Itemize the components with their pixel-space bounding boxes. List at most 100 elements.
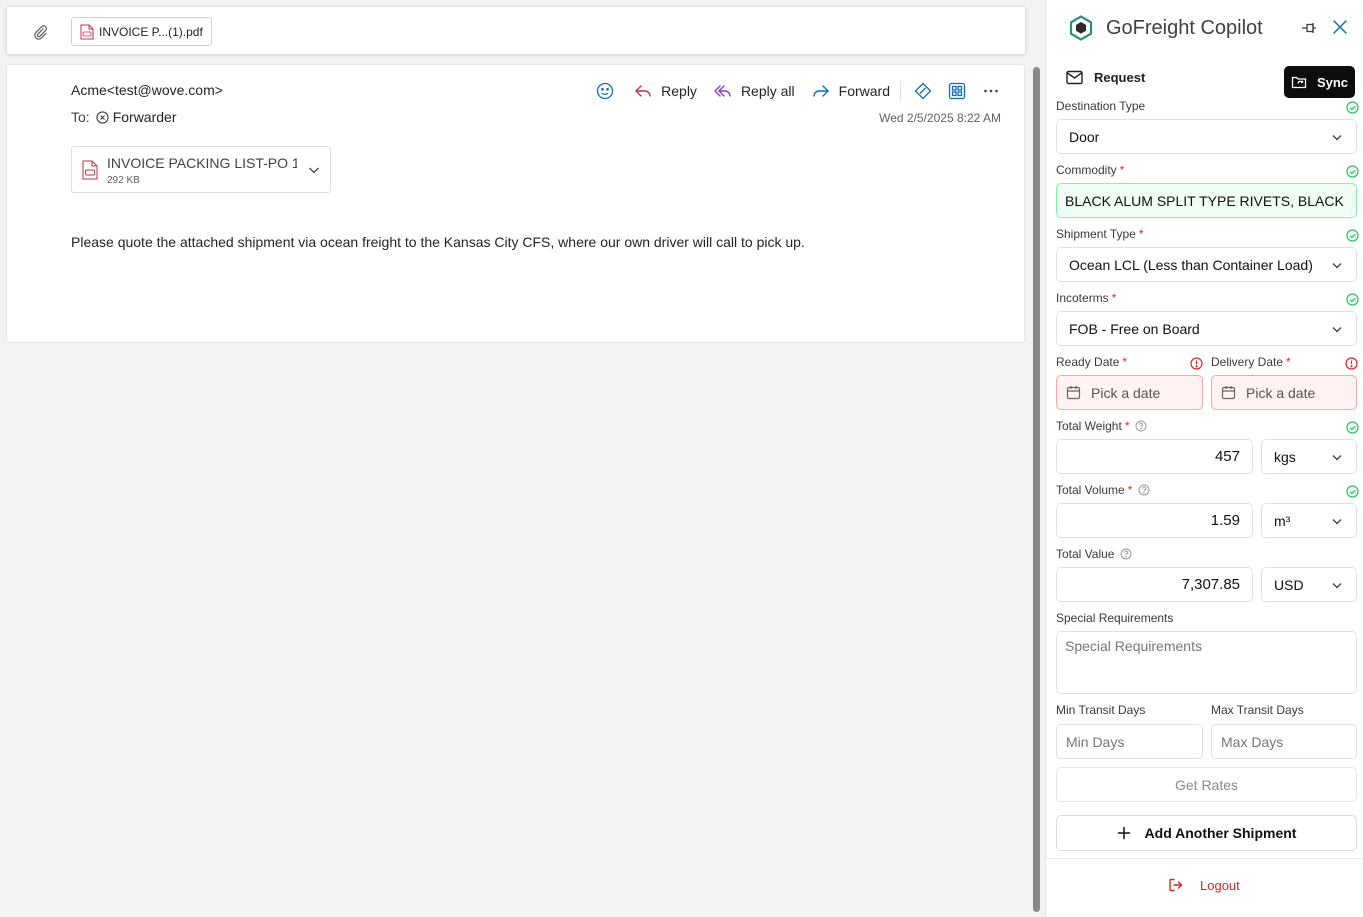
- close-icon[interactable]: [1331, 18, 1349, 36]
- sync-folder-icon: [1291, 76, 1307, 89]
- min-transit-placeholder: Min Days: [1066, 733, 1125, 750]
- shipment-type-select[interactable]: Ocean LCL (Less than Container Load): [1056, 247, 1357, 282]
- message-date: Wed 2/5/2025 8:22 AM: [879, 111, 1001, 125]
- min-transit-label-text: Min Transit Days: [1056, 703, 1146, 717]
- total-value-label: Total Value: [1056, 547, 1132, 561]
- emoji-button[interactable]: [593, 79, 617, 103]
- chevron-down-icon: [1332, 582, 1342, 588]
- total-weight-value: 457: [1214, 448, 1240, 465]
- volume-unit-select[interactable]: m³: [1261, 503, 1357, 538]
- message-actions: Reply Reply all Forward: [583, 79, 1003, 103]
- chevron-down-icon: [1332, 454, 1342, 460]
- addin-button[interactable]: [911, 79, 935, 103]
- special-requirements-label-text: Special Requirements: [1056, 611, 1174, 625]
- chevron-down-icon[interactable]: [307, 163, 321, 177]
- smiley-icon: [596, 82, 614, 100]
- total-volume-input[interactable]: 1.59: [1056, 503, 1253, 538]
- currency-value: USD: [1274, 576, 1304, 593]
- attachment-filename: INVOICE PACKING LIST-PO 1...: [107, 155, 297, 171]
- tab-request[interactable]: Request: [1066, 70, 1145, 85]
- max-transit-label: Max Transit Days: [1211, 703, 1304, 717]
- ready-date-label: Ready Date *: [1056, 355, 1127, 369]
- alert-circle-icon: [1345, 357, 1358, 370]
- forward-label: Forward: [838, 83, 890, 99]
- currency-select[interactable]: USD: [1261, 567, 1357, 602]
- mail-scrollbar[interactable]: [1030, 64, 1043, 917]
- ready-date-picker[interactable]: Pick a date: [1056, 375, 1203, 410]
- special-requirements-placeholder: Special Requirements: [1065, 638, 1202, 654]
- diamond-addin-icon: [914, 82, 932, 100]
- max-transit-input[interactable]: Max Days: [1211, 724, 1357, 759]
- attachment-bar: INVOICE P...(1).pdf: [6, 6, 1026, 55]
- ready-date-label-text: Ready Date: [1056, 355, 1120, 369]
- commodity-label-text: Commodity: [1056, 163, 1117, 177]
- total-weight-input[interactable]: 457: [1056, 439, 1253, 474]
- check-circle-icon: [1346, 421, 1359, 434]
- required-mark: *: [1111, 291, 1117, 305]
- delivery-date-label-text: Delivery Date: [1211, 355, 1284, 369]
- total-value-input[interactable]: 7,307.85: [1056, 567, 1253, 602]
- help-icon[interactable]: [1138, 484, 1150, 496]
- required-mark: *: [1124, 419, 1130, 433]
- max-transit-placeholder: Max Days: [1221, 733, 1284, 750]
- sender[interactable]: Acme<test@wove.com>: [71, 82, 223, 98]
- special-requirements-textarea[interactable]: Special Requirements: [1056, 631, 1357, 694]
- logout-icon: [1169, 878, 1183, 892]
- reply-all-button[interactable]: Reply all: [713, 81, 795, 101]
- help-icon[interactable]: [1120, 548, 1132, 560]
- recipient[interactable]: Forwarder: [96, 109, 176, 125]
- weight-unit-value: kgs: [1274, 448, 1296, 465]
- paperclip-icon[interactable]: [31, 23, 49, 41]
- delivery-date-picker[interactable]: Pick a date: [1211, 375, 1357, 410]
- commodity-label: Commodity *: [1056, 163, 1124, 177]
- more-actions-button[interactable]: [979, 79, 1003, 103]
- commodity-input[interactable]: BLACK ALUM SPLIT TYPE RIVETS, BLACK A: [1056, 183, 1357, 218]
- chevron-down-icon: [1332, 134, 1342, 140]
- mail-pane: INVOICE P...(1).pdf Acme<test@wove.com> …: [0, 0, 1043, 917]
- calendar-icon: [1066, 386, 1081, 400]
- forward-button[interactable]: Forward: [811, 81, 890, 101]
- pdf-icon: [80, 24, 94, 39]
- attachment-chip-label: INVOICE P...(1).pdf: [99, 24, 203, 39]
- help-icon[interactable]: [1135, 420, 1147, 432]
- volume-unit-value: m³: [1274, 512, 1291, 529]
- max-transit-label-text: Max Transit Days: [1211, 703, 1304, 717]
- attachment-chip[interactable]: INVOICE P...(1).pdf: [71, 17, 212, 46]
- recipients-line: To: Forwarder: [71, 109, 176, 125]
- check-circle-icon: [1346, 165, 1359, 178]
- tab-sync[interactable]: Sync: [1284, 66, 1355, 98]
- pin-icon[interactable]: [1300, 19, 1318, 37]
- required-mark: *: [1127, 483, 1133, 497]
- tab-request-label: Request: [1094, 70, 1146, 85]
- min-transit-input[interactable]: Min Days: [1056, 724, 1203, 759]
- get-rates-button[interactable]: Get Rates: [1056, 767, 1357, 802]
- reply-button[interactable]: Reply: [633, 81, 697, 101]
- shipment-type-value: Ocean LCL (Less than Container Load): [1069, 256, 1313, 273]
- app-title: GoFreight Copilot: [1106, 17, 1263, 39]
- apps-button[interactable]: [945, 79, 969, 103]
- incoterms-label: Incoterms *: [1056, 291, 1116, 305]
- check-circle-icon: [1346, 485, 1359, 498]
- destination-type-value: Door: [1069, 128, 1100, 145]
- pdf-file-icon: [82, 160, 98, 180]
- reply-label: Reply: [661, 83, 697, 99]
- incoterms-select[interactable]: FOB - Free on Board: [1056, 311, 1357, 346]
- plus-icon: [1117, 826, 1130, 840]
- delivery-date-label: Delivery Date *: [1211, 355, 1291, 369]
- scrollbar-thumb[interactable]: [1033, 67, 1040, 912]
- destination-type-select[interactable]: Door: [1056, 119, 1357, 154]
- add-shipment-button[interactable]: Add Another Shipment: [1056, 815, 1357, 851]
- chevron-down-icon: [1332, 262, 1342, 268]
- add-shipment-label: Add Another Shipment: [1144, 825, 1297, 841]
- weight-unit-select[interactable]: kgs: [1261, 439, 1357, 474]
- total-volume-label-text: Total Volume: [1056, 483, 1125, 497]
- reply-all-icon: [714, 85, 731, 97]
- attachment-card[interactable]: INVOICE PACKING LIST-PO 1... 292 KB: [71, 146, 331, 193]
- ready-date-placeholder: Pick a date: [1091, 384, 1161, 401]
- tab-sync-label: Sync: [1316, 74, 1349, 90]
- total-value-label-text: Total Value: [1056, 547, 1115, 561]
- reply-all-label: Reply all: [740, 83, 795, 99]
- logout-button[interactable]: Logout: [1168, 877, 1240, 893]
- required-mark: *: [1119, 163, 1125, 177]
- copilot-panel: GoFreight Copilot Request Sync Destinati…: [1045, 0, 1363, 917]
